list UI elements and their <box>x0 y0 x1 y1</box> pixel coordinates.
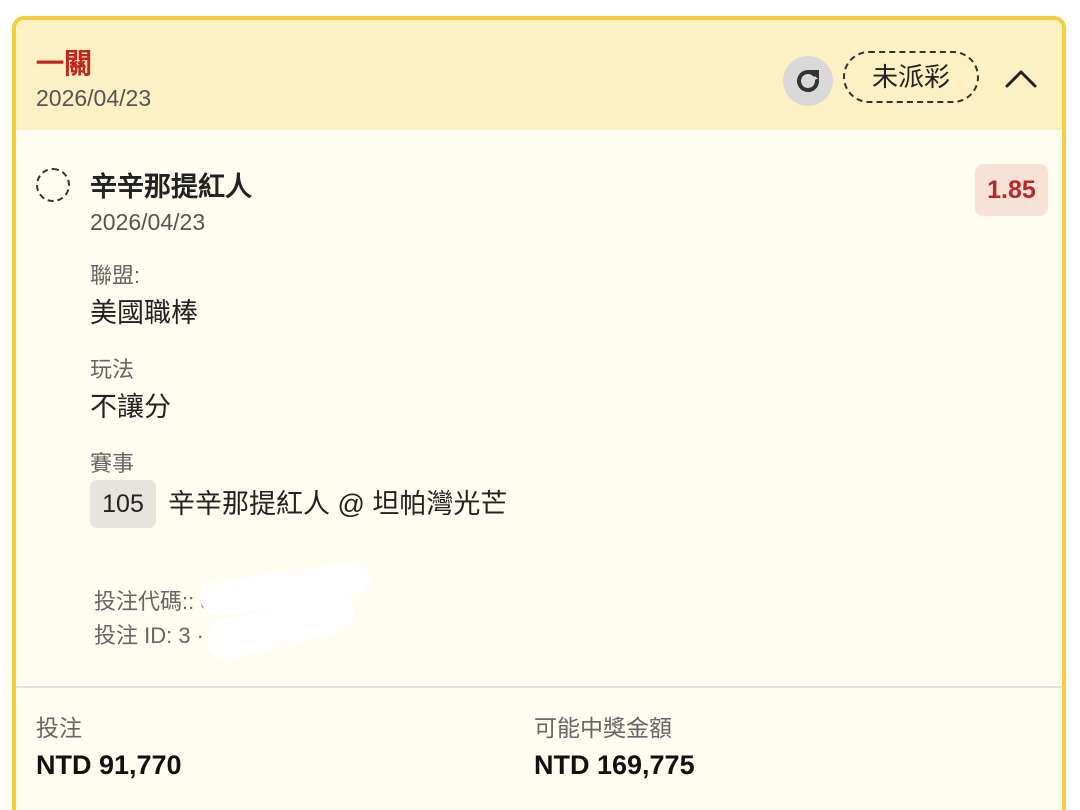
bet-slip-card: 一關 2026/04/23 未派彩 辛辛那提紅人 1.85 2026/04/23… <box>12 16 1066 810</box>
match-label: 賽事 <box>90 451 135 476</box>
dashed-circle-icon <box>36 168 70 202</box>
selection-team: 辛辛那提紅人 <box>90 172 252 202</box>
payout-value: NTD 169,775 <box>534 750 695 780</box>
refresh-icon <box>797 70 820 92</box>
play-label: 玩法 <box>90 357 135 382</box>
selection-date: 2026/04/23 <box>90 209 206 235</box>
match-name: 辛辛那提紅人 @ 坦帕灣光芒 <box>168 489 508 519</box>
card-header[interactable]: 一關 2026/04/23 未派彩 <box>16 20 1062 130</box>
stake-label: 投注 <box>36 715 82 741</box>
divider <box>16 686 1062 688</box>
stake-value: NTD 91,770 <box>36 750 182 780</box>
payout-label: 可能中獎金額 <box>534 715 672 741</box>
chevron-up-icon <box>1005 70 1037 88</box>
status-badge: 未派彩 <box>843 51 979 103</box>
league-label: 聯盟: <box>90 263 141 288</box>
collapse-button[interactable] <box>1001 62 1041 92</box>
league-value: 美國職棒 <box>90 298 198 328</box>
match-number-badge: 105 <box>90 480 156 528</box>
play-value: 不讓分 <box>90 392 171 422</box>
header-date: 2026/04/23 <box>36 85 152 111</box>
odds-badge: 1.85 <box>975 164 1048 216</box>
refresh-button[interactable] <box>783 56 833 106</box>
bet-type-title: 一關 <box>36 48 93 79</box>
